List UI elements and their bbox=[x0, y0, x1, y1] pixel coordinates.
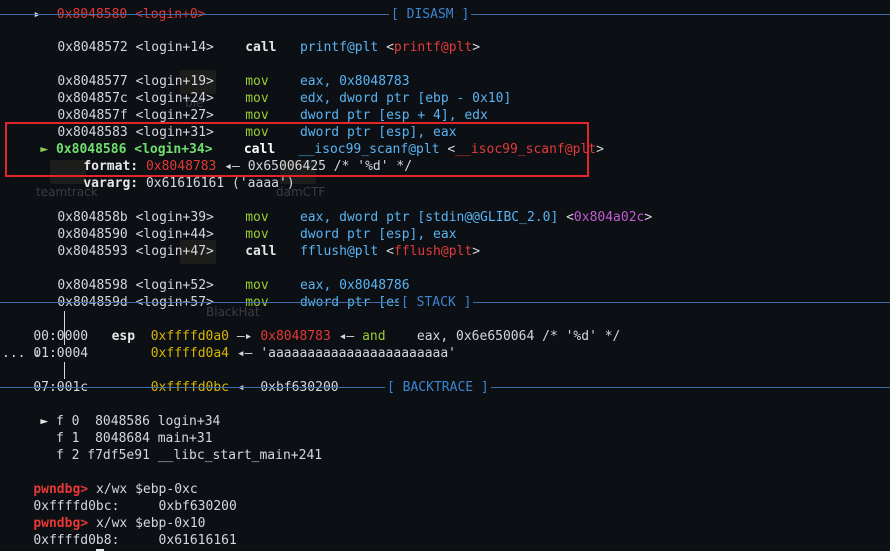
disasm-line[interactable]: 0x8048572 <login+14> call printf@plt <pr… bbox=[26, 22, 480, 55]
stack-separator: [ STACK ] bbox=[0, 294, 890, 311]
disasm-title: [ DISASM ] bbox=[389, 6, 472, 23]
terminal-window[interactable]: ble teamtrack damCTF BlackHat ▸ 0x804858… bbox=[0, 0, 890, 551]
disasm-line[interactable]: 0x804857f <login+27> mov dword ptr [esp … bbox=[26, 90, 488, 123]
stack-row[interactable]: 07:001c 0xffffd0bc ◂— 0xbf630200 bbox=[2, 362, 338, 395]
console-output-line: 0xffffd0b8: 0x61616161 bbox=[33, 533, 237, 548]
highlight-annotation-box bbox=[5, 122, 589, 177]
backtrace-separator: [ BACKTRACE ] bbox=[0, 379, 890, 396]
disasm-line[interactable]: 0x8048590 <login+44> mov dword ptr [esp]… bbox=[26, 209, 456, 242]
console-input-line[interactable]: pwndbg> bbox=[2, 532, 104, 551]
stack-row[interactable]: 01:0004 0xffffd0a4 ◂— 'aaaaaaaaaaaaaaaaa… bbox=[2, 328, 456, 361]
disasm-line[interactable]: 0x8048593 <login+47> call fflush@plt <ff… bbox=[26, 226, 480, 259]
stack-ellipsis: ... ↓ bbox=[2, 346, 42, 361]
disasm-line[interactable]: 0x804859d <login+57> mov dword ptr [esp]… bbox=[26, 277, 456, 310]
console-command-line: pwndbg> x/wx $ebp-0xc bbox=[33, 482, 198, 497]
stack-divider bbox=[64, 362, 65, 379]
disasm-line[interactable]: 0x804858b <login+39> mov eax, dword ptr … bbox=[26, 192, 652, 225]
disasm-line[interactable]: 0x804857c <login+24> mov edx, dword ptr … bbox=[26, 73, 511, 106]
backtrace-frame[interactable]: f 2 f7df5e91 __libc_start_main+241 bbox=[9, 430, 322, 463]
console-output-line: 0xffffd0bc: 0xbf630200 bbox=[33, 499, 237, 514]
backtrace-frame[interactable]: f 1 8048684 main+31 bbox=[9, 413, 213, 446]
stack-title: [ STACK ] bbox=[399, 294, 474, 311]
console-command-line: pwndbg> x/wx $ebp-0x10 bbox=[33, 516, 206, 531]
disasm-line[interactable]: 0x8048598 <login+52> mov eax, 0x8048786 bbox=[26, 260, 409, 293]
disasm-line[interactable]: 0x8048577 <login+19> mov eax, 0x8048783 bbox=[26, 56, 409, 89]
stack-row[interactable]: 00:0000 esp 0xffffd0a0 —▸ 0x8048783 ◂— a… bbox=[2, 311, 620, 344]
backtrace-frame[interactable]: ► f 0 8048586 login+34 bbox=[9, 396, 220, 429]
backtrace-title: [ BACKTRACE ] bbox=[385, 379, 491, 396]
disasm-separator: [ DISASM ] bbox=[0, 6, 890, 23]
stack-divider bbox=[64, 311, 65, 345]
